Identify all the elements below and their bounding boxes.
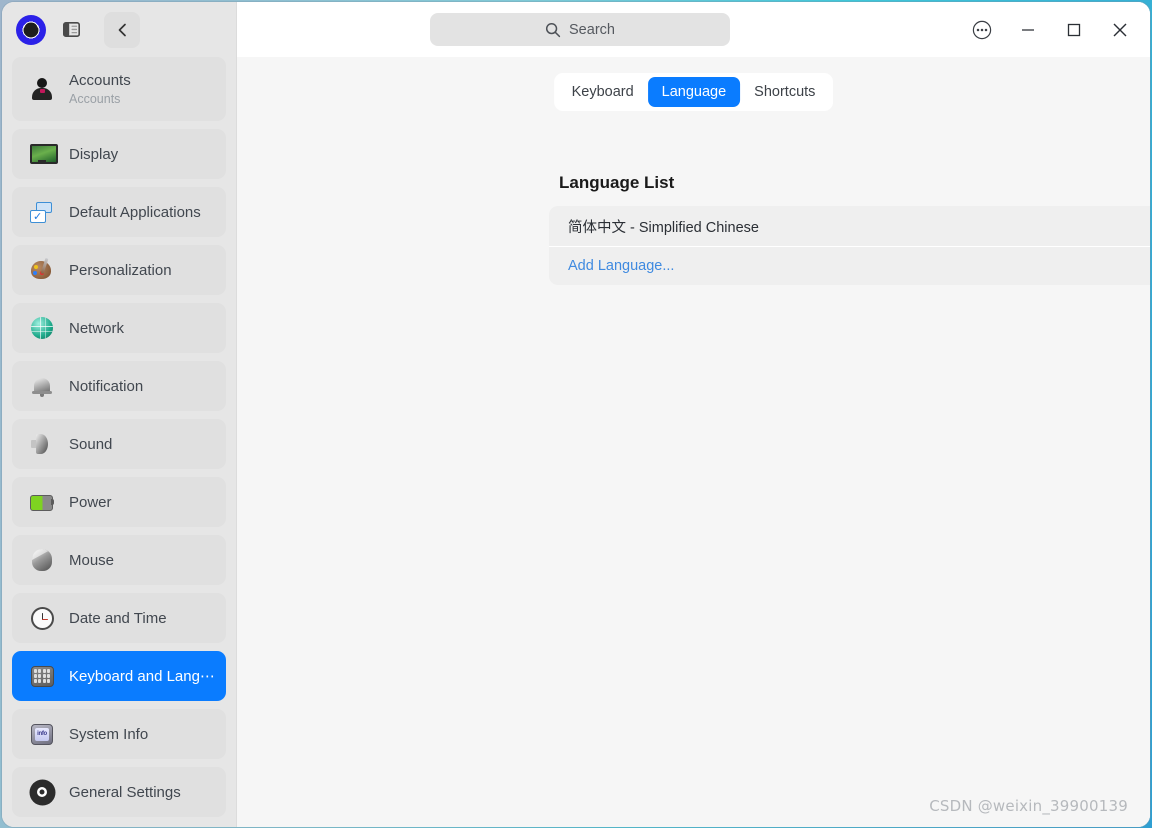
more-options-icon (972, 20, 992, 39)
titlebar: Search (237, 2, 1150, 57)
watermark: CSDN @weixin_39900139 (929, 797, 1128, 815)
sidebar-item-label: System Info (69, 725, 149, 743)
search-placeholder: Search (569, 21, 615, 38)
close-button[interactable] (1098, 10, 1142, 50)
personalization-icon (29, 257, 55, 283)
minimize-icon (1022, 28, 1034, 31)
sidebar-item-label: Network (69, 319, 125, 337)
sidebar-item-label: Notification (69, 377, 144, 395)
sidebar-item-date-and-time[interactable]: Date and Time (12, 593, 226, 643)
sidebar-item-general-settings[interactable]: General Settings (12, 767, 226, 817)
tab-bar: Keyboard Language Shortcuts (553, 73, 834, 111)
accounts-icon (29, 76, 55, 102)
gear-icon (29, 779, 55, 805)
sidebar-item-label: Keyboard and Lang⋯ (69, 668, 215, 685)
add-language-button[interactable]: Add Language... (549, 247, 1150, 285)
display-icon (29, 141, 58, 167)
maximize-button[interactable] (1052, 10, 1096, 50)
content-area: Keyboard Language Shortcuts Language Lis… (237, 57, 1150, 827)
maximize-icon (1067, 23, 1081, 36)
sidebar-header (2, 2, 236, 57)
sidebar-item-label: Display (69, 145, 119, 163)
sidebar-item-notification[interactable]: Notification (12, 361, 226, 411)
sidebar-item-system-info[interactable]: info System Info (12, 709, 226, 759)
tab-shortcuts[interactable]: Shortcuts (740, 77, 829, 107)
language-list-panel: 简体中文 - Simplified Chinese Add Language..… (549, 206, 1150, 285)
language-list-item[interactable]: 简体中文 - Simplified Chinese (549, 206, 1150, 246)
sidebar-item-label: Power (69, 493, 112, 511)
sidebar-item-network[interactable]: Network (12, 303, 226, 353)
mouse-icon (29, 547, 55, 573)
tab-language[interactable]: Language (647, 77, 741, 107)
main-area: Search Keyboard Language Shortcuts Langu… (237, 2, 1150, 827)
sidebar-item-display[interactable]: Display (12, 129, 226, 179)
back-button[interactable] (104, 11, 140, 48)
sidebar-item-sound[interactable]: Sound (12, 419, 226, 469)
search-icon (545, 22, 561, 37)
keyboard-icon (29, 663, 55, 689)
chevron-left-icon (118, 23, 126, 36)
sidebar-item-label: Personalization (69, 261, 172, 279)
sidebar-item-accounts[interactable]: Accounts Accounts (12, 57, 226, 121)
tab-keyboard[interactable]: Keyboard (558, 77, 648, 107)
sidebar-item-power[interactable]: Power (12, 477, 226, 527)
sidebar-item-label: General Settings (69, 783, 181, 801)
notification-icon (29, 373, 55, 399)
sidebar-item-default-applications[interactable]: ✓ Default Applications (12, 187, 226, 237)
power-icon (29, 489, 55, 515)
sidebar-item-sublabel: Accounts (69, 92, 121, 106)
search-input[interactable]: Search (430, 13, 730, 46)
sidebar-item-label: Default Applications (69, 203, 201, 221)
sidebar-item-label: Accounts (69, 72, 131, 89)
language-name: 简体中文 - Simplified Chinese (568, 219, 759, 236)
default-applications-icon: ✓ (29, 199, 55, 225)
system-info-icon: info (29, 721, 55, 747)
deepin-logo-icon (16, 14, 46, 45)
close-icon (1113, 23, 1127, 36)
page-title: Language List (559, 173, 675, 192)
minimize-button[interactable] (1006, 10, 1050, 50)
sidebar-toggle-icon[interactable] (58, 17, 84, 43)
window-controls (960, 2, 1142, 57)
clock-icon (29, 605, 55, 631)
network-icon (29, 315, 55, 341)
more-options-button[interactable] (960, 10, 1004, 50)
sidebar-item-personalization[interactable]: Personalization (12, 245, 226, 295)
settings-window: Accounts Accounts Display ✓ Default Appl… (2, 2, 1150, 827)
sidebar-item-label: Mouse (69, 551, 115, 569)
sidebar: Accounts Accounts Display ✓ Default Appl… (2, 2, 237, 827)
sidebar-item-keyboard-and-language[interactable]: Keyboard and Lang⋯ (12, 651, 226, 701)
sidebar-item-label: Sound (69, 435, 113, 453)
sidebar-item-mouse[interactable]: Mouse (12, 535, 226, 585)
sound-icon (29, 431, 55, 457)
sidebar-item-label: Date and Time (69, 609, 167, 627)
sidebar-nav-list: Accounts Accounts Display ✓ Default Appl… (2, 57, 236, 827)
